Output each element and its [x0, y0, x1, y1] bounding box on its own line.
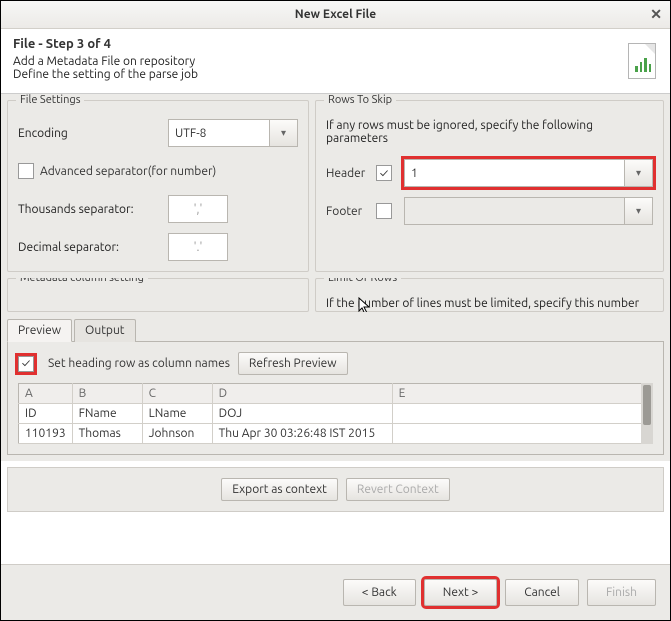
tab-preview[interactable]: Preview: [7, 319, 72, 342]
wizard-header: File - Step 3 of 4 Add a Metadata File o…: [1, 29, 670, 94]
meta-col-legend: Metadata column setting: [16, 278, 148, 284]
chevron-down-icon[interactable]: ▾: [624, 198, 652, 224]
rows-skip-legend: Rows To Skip: [324, 94, 396, 106]
thousands-label: Thousands separator:: [18, 203, 168, 216]
col-b[interactable]: B: [72, 384, 142, 404]
cancel-button[interactable]: Cancel: [505, 579, 579, 606]
chevron-down-icon[interactable]: ▾: [624, 160, 652, 186]
table-row[interactable]: 110193 Thomas Johnson Thu Apr 30 03:26:4…: [19, 424, 653, 444]
table-header-row: A B C D E: [19, 384, 653, 404]
decimal-label: Decimal separator:: [18, 241, 168, 254]
next-button[interactable]: Next >: [424, 579, 497, 606]
back-button[interactable]: < Back: [343, 579, 416, 606]
titlebar: New Excel File ✕: [1, 1, 670, 29]
refresh-preview-button[interactable]: Refresh Preview: [238, 352, 348, 375]
export-context-button[interactable]: Export as context: [221, 478, 338, 501]
table-scrollbar[interactable]: [641, 383, 653, 444]
rows-skip-desc: If any rows must be ignored, specify the…: [326, 119, 653, 145]
header-rows-checkbox[interactable]: ✓: [376, 165, 392, 181]
tab-output[interactable]: Output: [74, 319, 135, 342]
col-e[interactable]: E: [392, 384, 652, 404]
set-heading-checkbox[interactable]: ✓: [18, 356, 34, 372]
footer-rows-checkbox[interactable]: [376, 203, 392, 219]
tabs-area: Preview Output ✓ Set heading row as colu…: [1, 318, 670, 461]
context-bar: Export as context Revert Context: [7, 467, 664, 512]
file-settings-group: File Settings Encoding UTF-8 ▾ Advanced …: [7, 100, 309, 272]
preview-panel: ✓ Set heading row as column names Refres…: [7, 342, 664, 455]
decimal-input[interactable]: '.': [168, 233, 228, 261]
header-line2: Define the setting of the parse job: [13, 68, 658, 81]
wizard-body: File Settings Encoding UTF-8 ▾ Advanced …: [1, 94, 670, 318]
rows-to-skip-group: Rows To Skip If any rows must be ignored…: [315, 100, 664, 272]
preview-table: A B C D E ID FName LName DOJ 110193: [18, 383, 653, 444]
set-heading-label: Set heading row as column names: [48, 357, 230, 370]
adv-separator-checkbox[interactable]: [18, 163, 34, 179]
close-icon[interactable]: ✕: [650, 6, 662, 23]
footer-rows-spinner[interactable]: ▾: [404, 197, 653, 225]
col-a[interactable]: A: [19, 384, 73, 404]
table-row[interactable]: ID FName LName DOJ: [19, 404, 653, 424]
wizard-file-icon: [628, 43, 656, 79]
encoding-label: Encoding: [18, 127, 168, 140]
chevron-down-icon[interactable]: ▾: [269, 120, 297, 146]
adv-separator-label: Advanced separator(for number): [40, 165, 216, 178]
finish-button[interactable]: Finish: [587, 579, 656, 606]
encoding-combo[interactable]: UTF-8 ▾: [168, 119, 298, 147]
header-rows-spinner[interactable]: 1 ▾: [404, 159, 653, 187]
step-label: File - Step 3 of 4: [13, 37, 658, 51]
limit-rows-group: Limit Of Rows If the number of lines mus…: [315, 278, 664, 312]
col-d[interactable]: D: [212, 384, 392, 404]
metadata-column-group: Metadata column setting: [7, 278, 309, 312]
footer-rows-label: Footer: [326, 205, 376, 218]
thousands-input[interactable]: ',': [168, 195, 228, 223]
limit-rows-legend: Limit Of Rows: [324, 278, 401, 284]
encoding-value: UTF-8: [175, 127, 206, 140]
header-rows-value: 1: [411, 167, 418, 180]
file-settings-legend: File Settings: [16, 94, 84, 106]
col-c[interactable]: C: [142, 384, 212, 404]
wizard-footer: < Back Next > Cancel Finish: [1, 564, 670, 620]
limit-rows-desc: If the number of lines must be limited, …: [326, 297, 653, 310]
preview-table-wrap: A B C D E ID FName LName DOJ 110193: [18, 383, 653, 444]
header-rows-label: Header: [326, 167, 376, 180]
revert-context-button[interactable]: Revert Context: [346, 478, 450, 501]
window-title: New Excel File: [295, 8, 376, 21]
tabs: Preview Output: [7, 318, 664, 342]
header-line1: Add a Metadata File on repository: [13, 55, 658, 68]
